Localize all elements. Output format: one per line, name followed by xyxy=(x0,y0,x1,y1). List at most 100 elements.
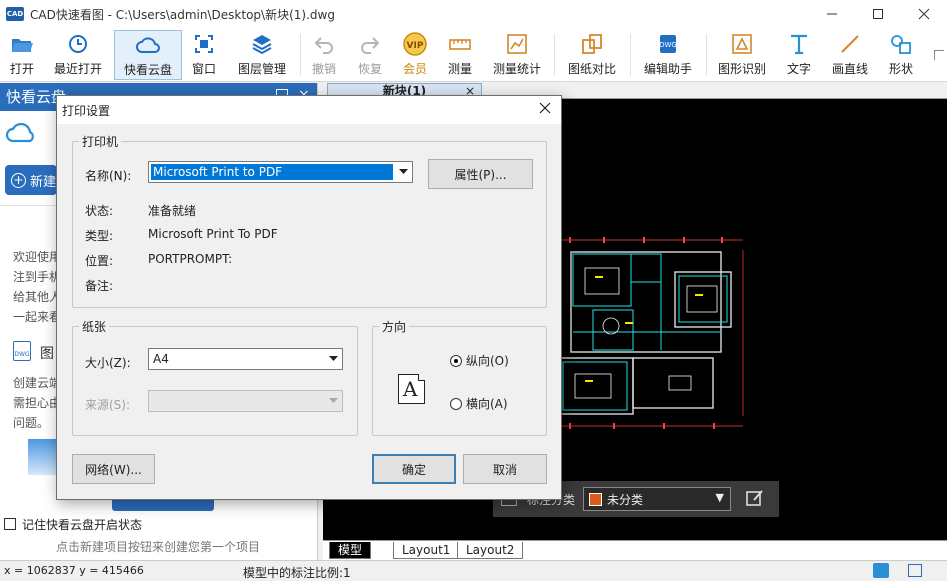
chevron-down-icon xyxy=(395,163,411,181)
window-icon xyxy=(194,30,214,58)
edit-assistant-icon: DWG xyxy=(657,30,679,58)
printer-location-value: PORTPROMPT: xyxy=(148,252,233,266)
title-bar: CAD CAD快速看图 - C:\Users\admin\Desktop\新块(… xyxy=(0,0,947,28)
layers-icon xyxy=(251,30,273,58)
radio-unselected-icon xyxy=(450,397,462,410)
printer-comment-label: 备注: xyxy=(85,279,114,293)
paper-size-select[interactable]: A4 xyxy=(148,348,343,370)
feature-line: 问题。 xyxy=(13,416,50,430)
cancel-button[interactable]: 取消 xyxy=(463,454,547,484)
chevron-down-icon: ▼ xyxy=(715,491,725,504)
printer-status-value: 准备就绪 xyxy=(148,204,197,218)
cursor-coordinates: x = 1062837 y = 415466 xyxy=(4,564,144,577)
cloud-icon xyxy=(135,31,161,59)
empty-project-hint: 点击新建项目按钮来创建您第一个项目 xyxy=(56,540,261,554)
svg-text:DWG: DWG xyxy=(659,41,677,49)
shape-recognize-icon xyxy=(731,30,753,58)
cloud-drive-button[interactable]: 快看云盘 xyxy=(114,30,182,80)
printer-type-value: Microsoft Print To PDF xyxy=(148,227,278,241)
shape-recognize-button[interactable]: 图形识别 xyxy=(714,30,770,80)
paper-source-label: 来源(S): xyxy=(85,398,131,412)
paper-group-title: 纸张 xyxy=(82,320,107,334)
feature-section-title: 图 xyxy=(40,346,54,362)
text-tool-button[interactable]: 文字 xyxy=(782,30,816,80)
undo-button[interactable]: 撤销 xyxy=(306,30,342,80)
category-color-swatch xyxy=(589,492,603,506)
welcome-line: 注到手机 xyxy=(13,270,62,284)
drawing-compare-button[interactable]: 图纸对比 xyxy=(564,30,620,80)
remember-checkbox-label: 记住快看云盘开启状态 xyxy=(22,518,143,532)
undo-icon xyxy=(313,30,335,58)
cloud-logo-icon xyxy=(4,119,38,148)
remember-checkbox[interactable] xyxy=(4,518,16,530)
printer-location-label: 位置: xyxy=(85,254,114,268)
network-button[interactable]: 网络(W)... xyxy=(72,454,155,484)
new-project-button[interactable]: + 新建 xyxy=(5,165,57,195)
feature-line: 创建云端 xyxy=(13,376,62,390)
dialog-title-bar: 打印设置 xyxy=(57,96,561,124)
snap-toggle-icon[interactable] xyxy=(873,563,889,578)
draw-line-button[interactable]: 画直线 xyxy=(828,30,872,80)
printer-status-label: 状态: xyxy=(85,204,114,218)
layout-tab-model[interactable]: 模型 xyxy=(329,542,372,559)
printer-group-title: 打印机 xyxy=(82,135,119,149)
printer-properties-button[interactable]: 属性(P)... xyxy=(428,159,533,189)
ok-button[interactable]: 确定 xyxy=(372,454,456,484)
measure-stats-icon xyxy=(506,30,528,58)
layout-tab-layout1[interactable]: Layout1 xyxy=(393,542,460,559)
measure-button[interactable]: 测量 xyxy=(442,30,478,80)
window-title: CAD快速看图 - C:\Users\admin\Desktop\新块(1).d… xyxy=(30,7,335,22)
window-button[interactable]: 窗口 xyxy=(186,30,222,80)
vip-button[interactable]: VIP 会员 xyxy=(398,30,432,80)
open-button[interactable]: 打开 xyxy=(2,30,42,80)
main-toolbar: 打开 最近打开 快看云盘 窗口 图层管理 撤销 恢复 VIP 会员 测量 测量统… xyxy=(0,28,947,82)
promo-image xyxy=(28,439,58,475)
compare-icon xyxy=(581,30,603,58)
close-icon[interactable] xyxy=(901,0,947,28)
layout-tab-layout2[interactable]: Layout2 xyxy=(457,542,524,559)
welcome-line: 一起来看 xyxy=(13,310,62,324)
svg-text:VIP: VIP xyxy=(407,41,424,51)
recent-clock-icon xyxy=(67,30,89,58)
portrait-radio[interactable]: 纵向(O) xyxy=(450,352,509,369)
edit-assistant-button[interactable]: DWG 编辑助手 xyxy=(640,30,696,80)
orientation-group-title: 方向 xyxy=(382,320,407,334)
redo-icon xyxy=(359,30,381,58)
shape-icon xyxy=(890,30,912,58)
welcome-line: 给其他人 xyxy=(13,290,62,304)
shape-button[interactable]: 形状 xyxy=(882,30,920,80)
status-bar: x = 1062837 y = 415466 模型中的标注比例:1 xyxy=(0,560,947,580)
annotation-category-select[interactable]: 未分类 ▼ xyxy=(583,487,732,511)
dialog-title: 打印设置 xyxy=(62,103,111,118)
line-icon xyxy=(839,30,861,58)
folder-open-icon xyxy=(10,30,34,58)
measure-stats-button[interactable]: 测量统计 xyxy=(490,30,544,80)
feature-line: 需担心由 xyxy=(13,396,62,410)
printer-name-select[interactable]: Microsoft Print to PDF xyxy=(148,161,413,183)
toolbar-overflow[interactable] xyxy=(934,50,944,60)
ruler-icon xyxy=(448,30,472,58)
printer-name-label: 名称(N): xyxy=(85,169,132,183)
landscape-radio[interactable]: 横向(A) xyxy=(450,395,508,412)
edit-annotation-icon[interactable] xyxy=(745,488,765,511)
radio-selected-icon xyxy=(450,354,462,367)
layer-manager-button[interactable]: 图层管理 xyxy=(232,30,292,80)
redo-button[interactable]: 恢复 xyxy=(352,30,388,80)
recent-open-button[interactable]: 最近打开 xyxy=(48,30,108,80)
minimize-icon[interactable] xyxy=(809,0,855,28)
app-logo-icon: CAD xyxy=(6,7,24,21)
maximize-icon[interactable] xyxy=(855,0,901,28)
paper-size-label: 大小(Z): xyxy=(85,356,131,370)
paper-source-select[interactable] xyxy=(148,390,343,412)
screen-toggle-icon[interactable] xyxy=(908,564,922,577)
dwg-file-icon: DWG xyxy=(13,341,31,361)
printer-type-label: 类型: xyxy=(85,229,114,243)
dialog-close-icon[interactable] xyxy=(535,100,555,120)
plus-circle-icon: + xyxy=(11,172,26,188)
vip-icon: VIP xyxy=(402,30,428,58)
annotation-scale: 模型中的标注比例:1 xyxy=(243,566,351,580)
chevron-down-icon xyxy=(325,392,341,410)
text-icon xyxy=(788,30,810,58)
print-setup-dialog: 打印设置 打印机 名称(N): Microsoft Print to PDF 属… xyxy=(56,95,562,500)
paper-group: 纸张 xyxy=(72,318,358,436)
